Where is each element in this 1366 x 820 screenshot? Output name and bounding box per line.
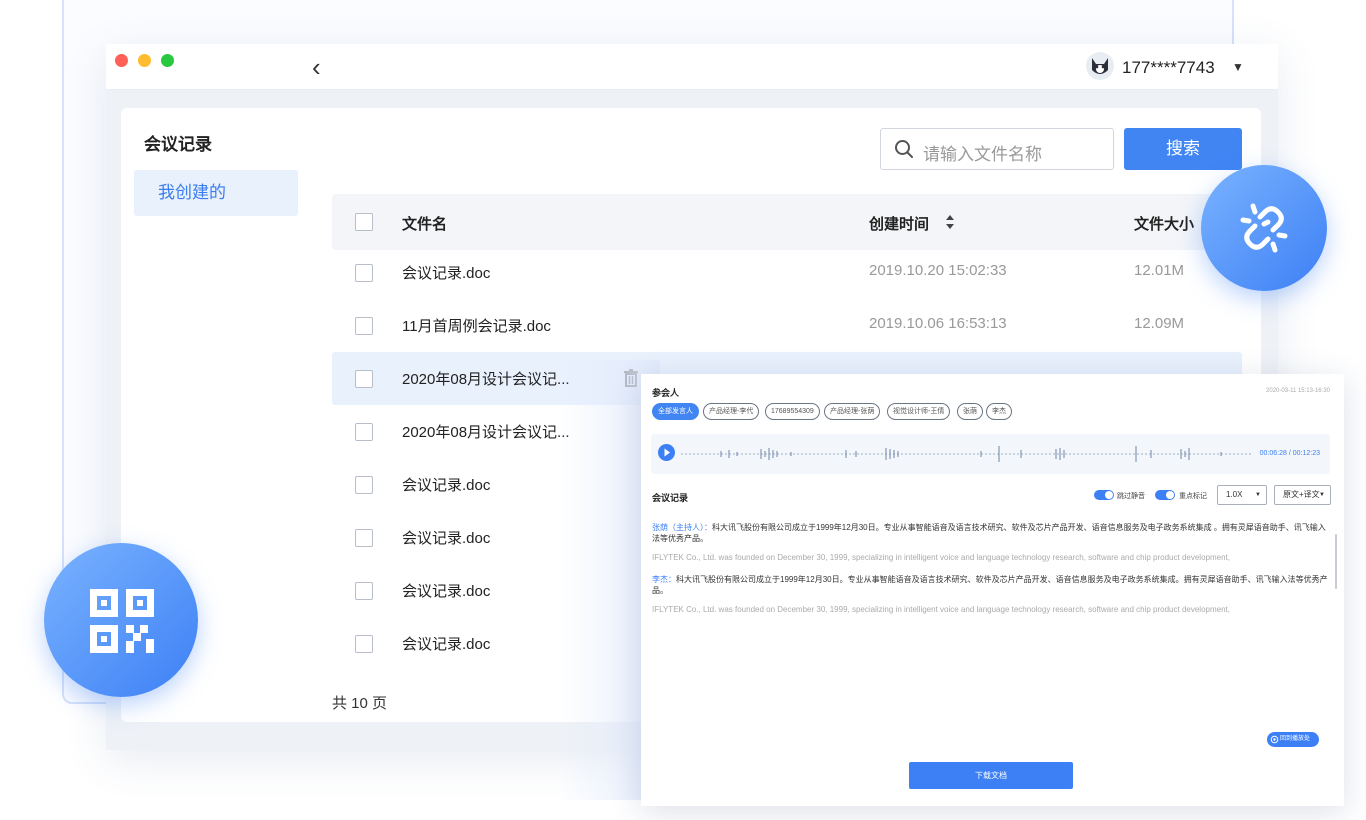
minimize-window-button[interactable] (138, 54, 151, 67)
back-chevron-icon[interactable]: ‹ (312, 54, 332, 80)
file-size: 12.09M (1134, 315, 1185, 332)
user-phone[interactable]: 177****7743 (1122, 58, 1215, 78)
transcript-text: 科大讯飞股份有限公司成立于1999年12月30日。专业从事智能语音及语言技术研究… (652, 575, 1328, 595)
file-size: 12.01M (1134, 262, 1185, 279)
chevron-down-icon: ▼ (1319, 492, 1325, 498)
file-name[interactable]: 11月首周例会记录.doc (402, 315, 551, 336)
meeting-detail-panel: 参会人 2020-03-11 15:13-16:30 全部发言人 产品经理-李代… (641, 374, 1344, 806)
record-title: 会议记录 (652, 493, 689, 503)
search-placeholder: 请输入文件名称 (923, 145, 1042, 164)
translation-text: IFLYTEK Co., Ltd. was founded on Decembe… (652, 553, 1230, 562)
row-checkbox[interactable] (355, 370, 373, 388)
avatar-icon (1092, 58, 1108, 74)
sidebar-title: 会议记录 (144, 135, 212, 154)
file-name[interactable]: 2020年08月设计会议记... (402, 421, 570, 442)
link-icon (1240, 203, 1288, 253)
audio-player: 00:06:28 / 00:12:23 (651, 434, 1330, 474)
locate-label: 回到播放处 (1280, 736, 1311, 742)
speed-select[interactable]: 1.0X ▼ (1217, 485, 1267, 505)
close-window-button[interactable] (115, 54, 128, 67)
search-icon (895, 140, 913, 158)
play-icon[interactable] (658, 444, 675, 461)
participant-tag[interactable]: 17689554309 (765, 403, 820, 420)
mark-toggle[interactable] (1155, 490, 1175, 500)
speaker-name[interactable]: 李杰： (652, 575, 676, 584)
skip-silence-label: 跳过静音 (1117, 493, 1145, 500)
row-checkbox[interactable] (355, 529, 373, 547)
user-menu-caret-icon[interactable]: ▼ (1232, 60, 1244, 74)
meeting-timestamp: 2020-03-11 15:13-16:30 (1266, 388, 1330, 394)
participant-tag[interactable]: 李杰 (986, 403, 1012, 420)
locate-button[interactable]: 回到播放处 (1267, 732, 1319, 747)
table-header: 文件名 创建时间 文件大小 (332, 194, 1242, 250)
search-button[interactable]: 搜索 (1124, 128, 1242, 170)
participant-tag[interactable]: 视觉设计师-王倩 (887, 403, 951, 420)
column-size: 文件大小 (1134, 216, 1195, 233)
waveform[interactable] (681, 442, 1251, 466)
scrollbar[interactable] (1335, 534, 1337, 589)
column-time[interactable]: 创建时间 (869, 213, 929, 234)
file-name[interactable]: 2020年08月设计会议记... (402, 368, 570, 389)
file-time: 2019.10.20 15:02:33 (869, 262, 1007, 279)
sort-icon[interactable] (945, 214, 955, 230)
participant-tag[interactable]: 产品经理-张荫 (824, 403, 881, 420)
transcript-text: 科大讯飞股份有限公司成立于1999年12月30日。专业从事智能语音及语言技术研究… (652, 523, 1326, 543)
speaker-name[interactable]: 张荫（主持人）： (652, 523, 712, 532)
row-checkbox[interactable] (355, 635, 373, 653)
link-badge[interactable] (1201, 165, 1327, 291)
row-checkbox[interactable] (355, 423, 373, 441)
row-checkbox[interactable] (355, 264, 373, 282)
participant-tag[interactable]: 张荫 (957, 403, 983, 420)
file-time: 2019.10.06 16:53:13 (869, 315, 1007, 332)
file-name[interactable]: 会议记录.doc (402, 474, 490, 495)
mode-select[interactable]: 原文+译文 ▼ (1274, 485, 1331, 505)
speed-value: 1.0X (1226, 490, 1243, 499)
participant-tag[interactable]: 全部发言人 (652, 403, 699, 420)
participants-label: 参会人 (652, 388, 680, 398)
chevron-down-icon: ▼ (1255, 492, 1261, 498)
locate-icon (1270, 735, 1279, 744)
row-checkbox[interactable] (355, 582, 373, 600)
pager-text: 共 10 页 (332, 695, 388, 712)
qr-code-icon (90, 589, 154, 653)
maximize-window-button[interactable] (161, 54, 174, 67)
file-name[interactable]: 会议记录.doc (402, 633, 490, 654)
transcript-paragraph: 张荫（主持人）：科大讯飞股份有限公司成立于1999年12月30日。专业从事智能语… (652, 522, 1332, 544)
participant-tag[interactable]: 产品经理-李代 (703, 403, 760, 420)
search-input[interactable]: 请输入文件名称 (880, 128, 1114, 170)
file-name[interactable]: 会议记录.doc (402, 262, 490, 283)
table-row[interactable]: 会议记录.doc 2019.10.20 15:02:33 12.01M (332, 246, 1242, 299)
avatar[interactable] (1086, 52, 1114, 80)
title-bar: ‹ 177****7743 ▼ (106, 44, 1278, 90)
select-all-checkbox[interactable] (355, 213, 373, 231)
table-row[interactable]: 11月首周例会记录.doc 2019.10.06 16:53:13 12.09M (332, 299, 1242, 352)
mode-value: 原文+译文 (1283, 490, 1320, 499)
skip-silence-toggle[interactable] (1094, 490, 1114, 500)
translation-text: IFLYTEK Co., Ltd. was founded on Decembe… (652, 605, 1230, 614)
file-name[interactable]: 会议记录.doc (402, 580, 490, 601)
transcript-paragraph: 李杰：科大讯飞股份有限公司成立于1999年12月30日。专业从事智能语音及语言技… (652, 574, 1332, 596)
qr-badge[interactable] (44, 543, 198, 697)
row-checkbox[interactable] (355, 317, 373, 335)
file-name[interactable]: 会议记录.doc (402, 527, 490, 548)
sidebar-item-my-created[interactable]: 我创建的 (134, 170, 298, 216)
row-checkbox[interactable] (355, 476, 373, 494)
mark-label: 重点标记 (1179, 493, 1207, 500)
audio-time: 00:06:28 / 00:12:23 (1259, 450, 1320, 457)
download-button[interactable]: 下载文档 (909, 762, 1073, 789)
column-name: 文件名 (402, 216, 448, 233)
